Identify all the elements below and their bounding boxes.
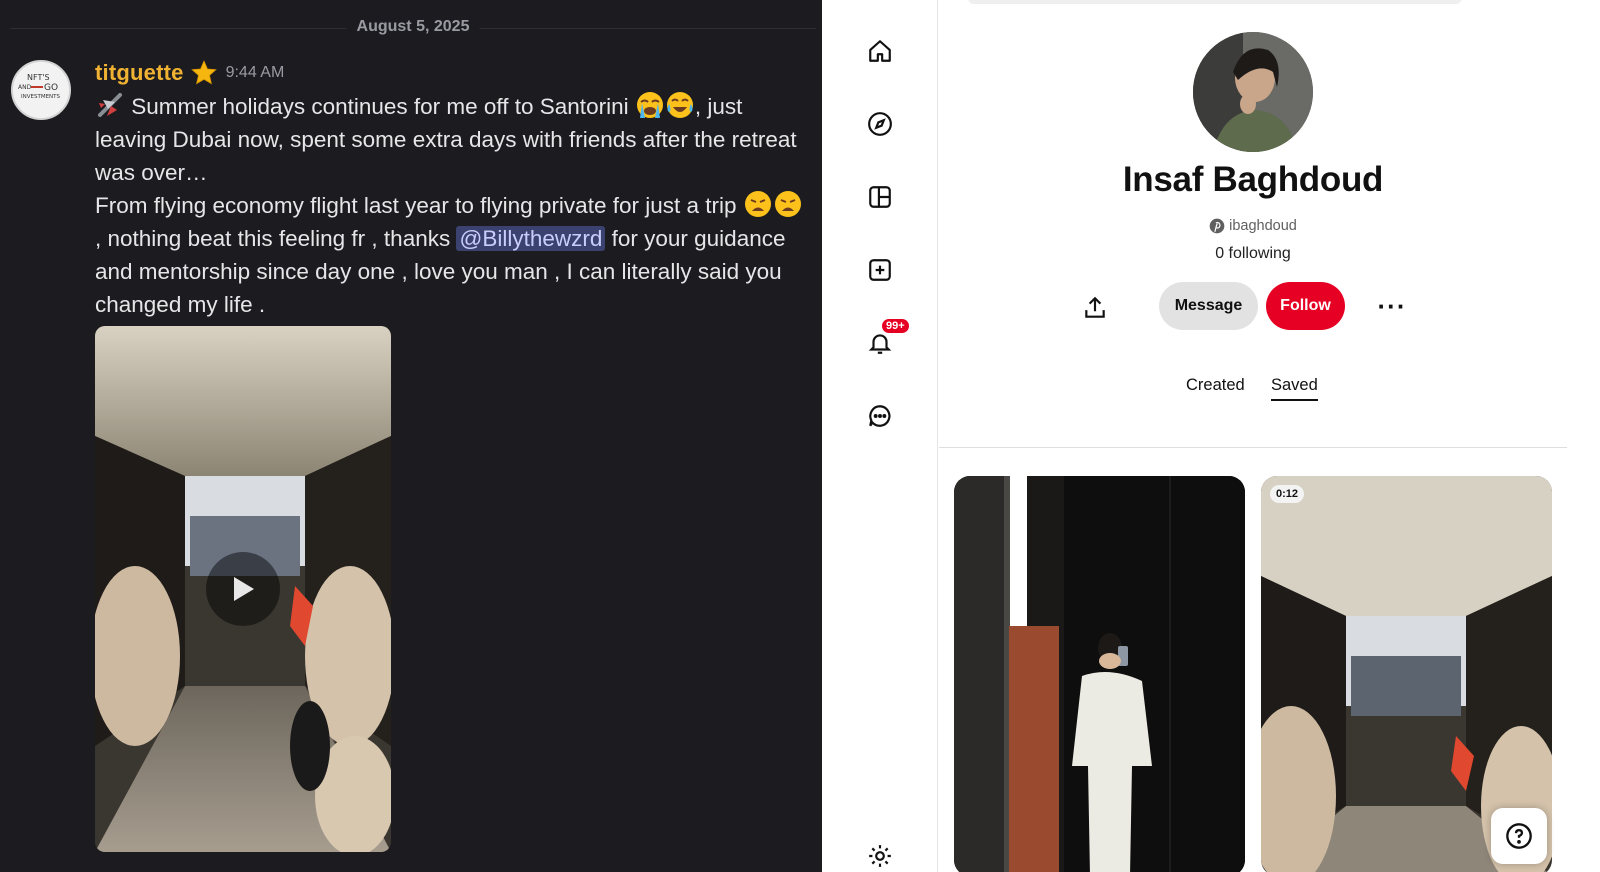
message-text: Summer holidays continues for me off to … (95, 90, 807, 321)
message-line-1a: Summer holidays continues for me off to … (125, 94, 635, 119)
profile-header: Insaf Baghdoud ibaghdoud 0 following Mes… (939, 0, 1567, 448)
username[interactable]: titguette (95, 60, 184, 86)
help-button[interactable] (1491, 808, 1547, 864)
svg-text:INVESTMENTS: INVESTMENTS (21, 94, 61, 100)
question-mark-icon (1506, 823, 1532, 849)
explore-compass-icon[interactable] (862, 106, 898, 142)
tab-created[interactable]: Created (1186, 376, 1245, 395)
message-line-2b: , nothing beat this feeling fr , thanks (95, 226, 457, 251)
pin-card[interactable] (954, 476, 1245, 872)
loudly-crying-emoji (635, 90, 665, 120)
profile-name: Insaf Baghdoud (1122, 160, 1384, 199)
share-button[interactable] (1075, 288, 1115, 328)
pinterest-pane: 99+ Insaf Baghdoud ibaghdoud 0 following (822, 0, 1600, 872)
date-divider-label: August 5, 2025 (346, 18, 480, 36)
settings-gear-icon[interactable] (862, 838, 898, 872)
video-duration-badge: 0:12 (1270, 485, 1305, 503)
message-button[interactable]: Message (1159, 282, 1258, 330)
avatar[interactable]: NFT'S AND GO INVESTMENTS (11, 60, 71, 120)
handle-text: ibaghdoud (1229, 218, 1297, 234)
tab-saved[interactable]: Saved (1271, 376, 1318, 401)
user-mention[interactable]: @Billythewzrd (456, 226, 606, 251)
search-bar-edge (968, 0, 1462, 4)
airplane-emoji (95, 90, 125, 120)
svg-text:GO: GO (44, 83, 58, 93)
tears-of-joy-emoji (665, 90, 695, 120)
message-header: titguette 9:44 AM (95, 58, 284, 88)
svg-text:NFT'S: NFT'S (27, 73, 50, 82)
navigation-rail: 99+ (822, 0, 938, 872)
message-line-2a: From flying economy flight last year to … (95, 193, 743, 218)
weary-face-emoji (743, 189, 773, 219)
play-icon (234, 577, 254, 601)
more-options-button[interactable]: ··· (1372, 290, 1412, 322)
weary-face-emoji (773, 189, 803, 219)
create-plus-icon[interactable] (862, 252, 898, 288)
share-icon (1085, 296, 1105, 318)
discord-chat-pane: August 5, 2025 NFT'S AND GO INVESTMENTS … (0, 0, 822, 872)
date-divider: August 5, 2025 (10, 16, 816, 40)
profile-divider (939, 447, 1567, 448)
message-timestamp: 9:44 AM (225, 64, 285, 81)
svg-text:AND: AND (18, 84, 32, 91)
follow-button[interactable]: Follow (1266, 282, 1345, 330)
profile-handle: ibaghdoud (939, 218, 1567, 234)
pinterest-logo-icon (1209, 218, 1225, 234)
profile-avatar[interactable] (1193, 32, 1313, 152)
notifications-bell-icon[interactable]: 99+ (862, 319, 909, 361)
messages-icon[interactable] (862, 398, 898, 434)
play-button[interactable] (206, 552, 280, 626)
notifications-badge: 99+ (882, 319, 909, 333)
home-icon[interactable] (862, 33, 898, 69)
star-icon (190, 59, 218, 87)
boards-icon[interactable] (862, 179, 898, 215)
following-count[interactable]: 0 following (939, 245, 1567, 263)
video-attachment[interactable] (95, 326, 391, 852)
